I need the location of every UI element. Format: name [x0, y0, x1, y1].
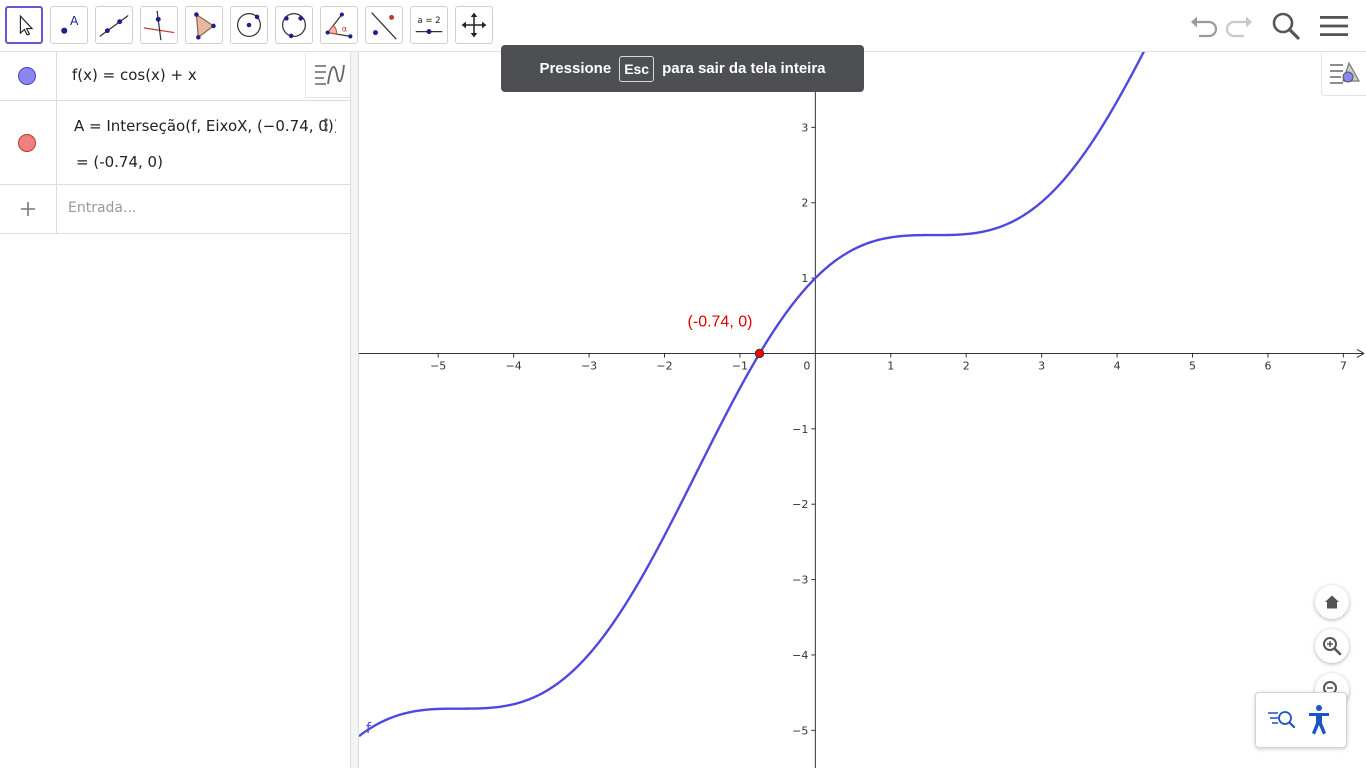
- visibility-toggle-f[interactable]: [18, 67, 36, 85]
- perpendicular-line-tool[interactable]: [140, 6, 178, 44]
- zoom-in-button[interactable]: [1315, 629, 1349, 663]
- undo-icon: [1191, 16, 1218, 38]
- graphics-style-bar-button[interactable]: [1321, 53, 1366, 96]
- y-tick-label: −3: [792, 574, 808, 587]
- menu-icon: [1320, 16, 1348, 36]
- line-tool[interactable]: [95, 6, 133, 44]
- graphics-view[interactable]: −5 −4 −3 −2 −1 0 1 2 3 4 5 6 7 3 2 1 −1 −2 −3 −4 −5 (-0.74, …: [359, 52, 1366, 768]
- x-tick-label: 0: [803, 359, 810, 372]
- point-tool-icon: A: [61, 14, 79, 34]
- circle-three-points-tool[interactable]: [275, 6, 313, 44]
- reflect-tool-icon: [371, 12, 397, 40]
- x-tick-label: 1: [887, 359, 894, 372]
- accessibility-widget[interactable]: [1255, 692, 1347, 748]
- reader-search-icon[interactable]: [1268, 711, 1296, 729]
- algebra-graph-style-icon: [315, 64, 345, 85]
- fullscreen-toast: Pressione Esc para sair da tela inteira: [501, 45, 864, 92]
- angle-tool-icon: α: [325, 12, 353, 39]
- undo-button[interactable]: [1185, 8, 1221, 44]
- move-tool-icon: [19, 14, 34, 36]
- y-tick-label: −4: [792, 649, 808, 662]
- accessibility-person-icon[interactable]: [1309, 705, 1329, 735]
- x-tick-label: −5: [430, 359, 446, 372]
- x-tick-label: 5: [1189, 359, 1196, 372]
- y-tick-label: −1: [792, 423, 808, 436]
- algebra-value-A: = (-0.74, 0): [76, 153, 163, 171]
- y-tick-label: 2: [801, 197, 808, 210]
- x-tick-label: −4: [506, 359, 522, 372]
- redo-icon: [1225, 16, 1252, 38]
- x-tick-label: 3: [1038, 359, 1045, 372]
- svg-text:α: α: [342, 25, 347, 34]
- visibility-toggle-A[interactable]: [18, 134, 36, 152]
- search-button[interactable]: [1268, 8, 1304, 44]
- x-tick-label: −3: [581, 359, 597, 372]
- toast-suffix: para sair da tela inteira: [662, 60, 826, 77]
- slider-tool-label: a = 2: [417, 16, 440, 26]
- zoom-in-icon: [1323, 637, 1342, 656]
- angle-tool[interactable]: α: [320, 6, 358, 44]
- main-menu-button[interactable]: [1316, 8, 1352, 44]
- style-bar-icon: [1330, 61, 1361, 84]
- circle-tool-icon: [237, 13, 261, 37]
- move-graphics-view-tool-icon: [461, 12, 487, 38]
- point-tool-letter: A: [70, 14, 79, 28]
- circle-tool[interactable]: [230, 6, 268, 44]
- intersection-point-A[interactable]: [754, 348, 765, 359]
- marble-column: [0, 101, 57, 184]
- marble-column: [0, 185, 57, 233]
- home-icon: [1325, 595, 1339, 609]
- x-tick-label: 4: [1114, 359, 1121, 372]
- perpendicular-line-tool-icon: [143, 10, 175, 41]
- polygon-tool[interactable]: [185, 6, 223, 44]
- x-tick-label: −1: [732, 359, 748, 372]
- algebra-row-f[interactable]: f(x) = cos(x) + x: [0, 52, 351, 101]
- algebra-definition-A[interactable]: A = Interseção(f, EixoX, (−0.74, 0)): [74, 117, 336, 135]
- polygon-tool-icon: [194, 12, 216, 40]
- line-tool-icon: [99, 15, 129, 37]
- move-tool[interactable]: [5, 6, 43, 44]
- toast-prefix: Pressione: [539, 60, 612, 77]
- algebra-row-A[interactable]: A = Interseção(f, EixoX, (−0.74, 0)) = (…: [0, 101, 351, 185]
- more-options-icon[interactable]: [322, 117, 330, 133]
- point-A-label: (-0.74, 0): [688, 313, 753, 330]
- move-graphics-view-tool[interactable]: [455, 6, 493, 44]
- x-tick-label: 6: [1264, 359, 1271, 372]
- algebra-input-row[interactable]: Entrada...: [0, 185, 351, 234]
- function-curve-f[interactable]: [359, 52, 1366, 738]
- algebra-style-button[interactable]: [305, 53, 350, 98]
- algebra-view: f(x) = cos(x) + x A = Interseção(f, Eixo…: [0, 52, 351, 768]
- y-tick-label: 3: [801, 121, 808, 134]
- y-tick-label: 1: [801, 272, 808, 285]
- home-view-button[interactable]: [1315, 585, 1349, 619]
- esc-key-badge: Esc: [619, 55, 655, 82]
- search-icon: [1272, 12, 1300, 40]
- slider-tool[interactable]: a = 2: [410, 6, 448, 44]
- reflect-tool[interactable]: [365, 6, 403, 44]
- x-tick-label: 2: [963, 359, 970, 372]
- algebra-definition-f[interactable]: f(x) = cos(x) + x: [72, 66, 197, 84]
- slider-tool-icon: a = 2: [415, 16, 443, 35]
- redo-button[interactable]: [1222, 8, 1258, 44]
- marble-column: [0, 52, 57, 100]
- x-tick-label: 7: [1340, 359, 1347, 372]
- view-divider[interactable]: [351, 52, 359, 768]
- circle-three-points-tool-icon: [282, 13, 306, 39]
- add-icon[interactable]: [19, 200, 37, 218]
- x-tick-label: −2: [656, 359, 672, 372]
- point-tool[interactable]: A: [50, 6, 88, 44]
- y-tick-label: −2: [792, 498, 808, 511]
- y-tick-label: −5: [792, 724, 808, 737]
- algebra-input-field[interactable]: Entrada...: [68, 200, 136, 216]
